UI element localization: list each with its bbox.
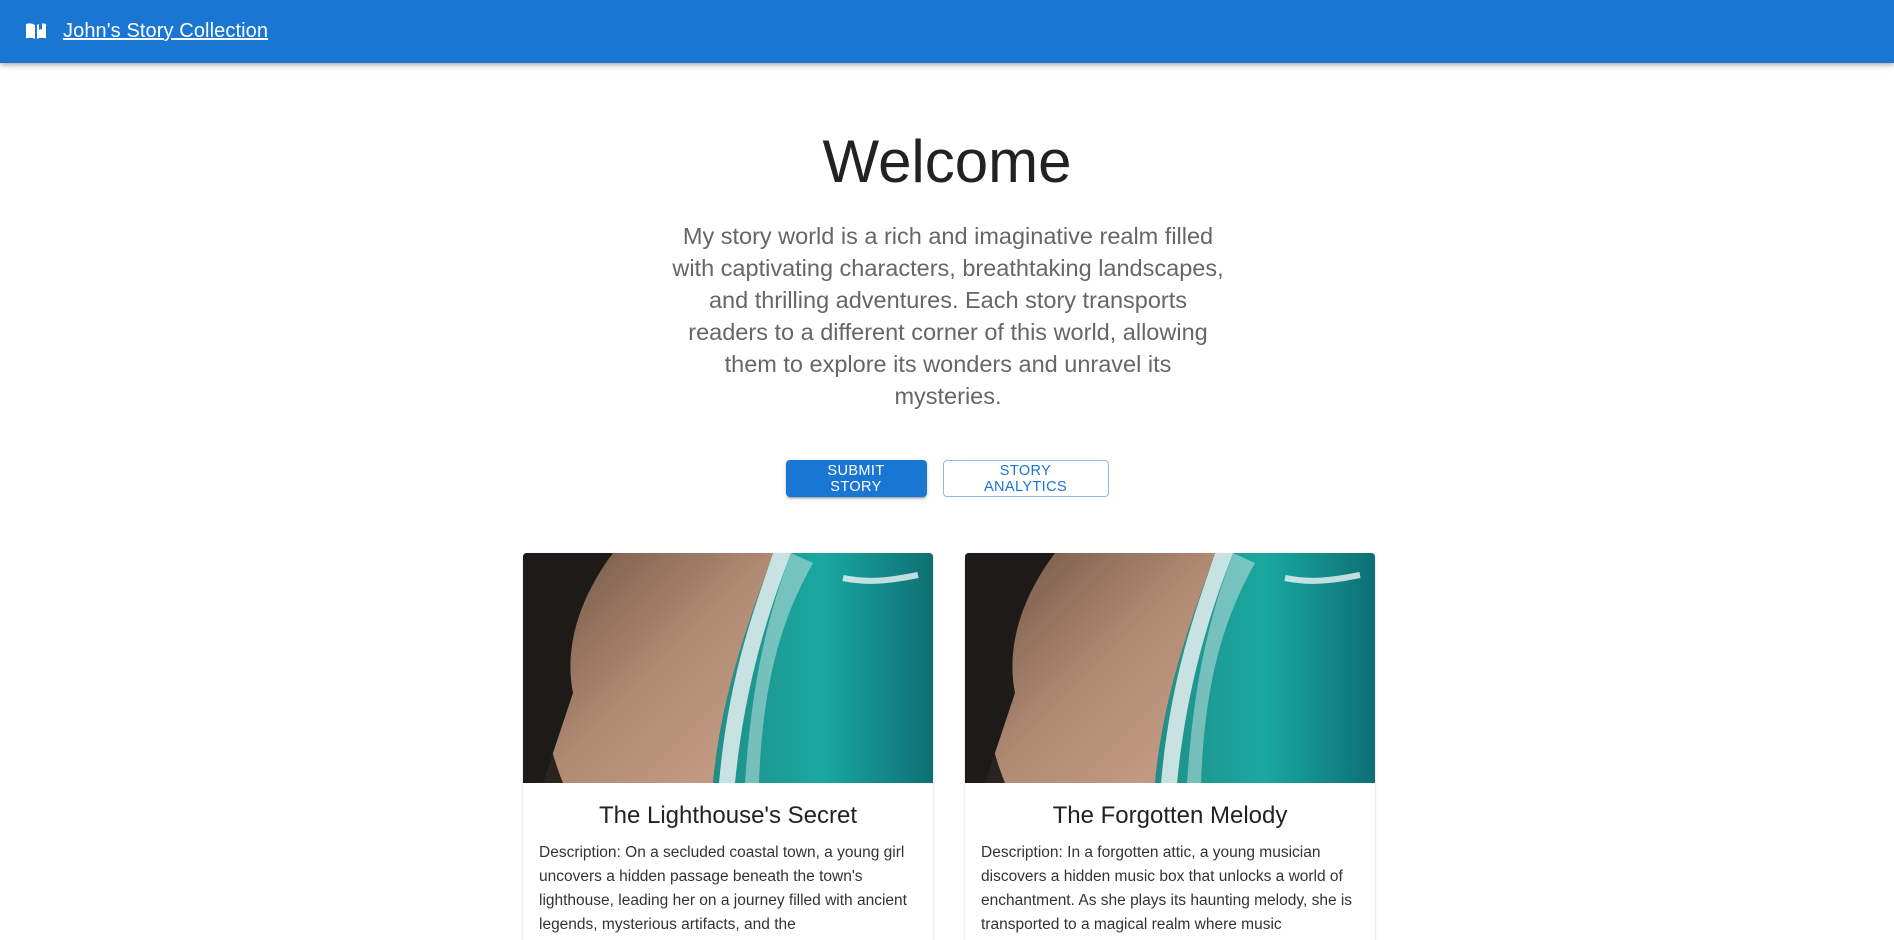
book-icon [24, 20, 48, 44]
story-analytics-button[interactable]: STORY ANALYTICS [942, 460, 1109, 497]
submit-story-button[interactable]: SUBMIT STORY [785, 460, 927, 497]
story-image [965, 553, 1375, 783]
story-description: Description: In a forgotten attic, a you… [981, 844, 1353, 933]
story-title: The Lighthouse's Secret [598, 802, 858, 829]
story-card[interactable]: The Forgotten Melody Description: In a f… [965, 553, 1375, 940]
hero-actions: SUBMIT STORY STORY ANALYTICS [0, 460, 1894, 497]
story-title: The Forgotten Melody [1052, 802, 1288, 829]
story-card[interactable]: The Lighthouse's Secret Description: On … [523, 553, 933, 940]
story-description: Description: On a secluded coastal town,… [539, 844, 907, 933]
welcome-heading: Welcome [822, 128, 1072, 195]
story-image [523, 553, 933, 783]
welcome-description: My story world is a rich and imaginative… [672, 223, 1224, 409]
app-bar: John's Story Collection [0, 0, 1894, 63]
site-title-link[interactable]: John's Story Collection [63, 20, 268, 43]
